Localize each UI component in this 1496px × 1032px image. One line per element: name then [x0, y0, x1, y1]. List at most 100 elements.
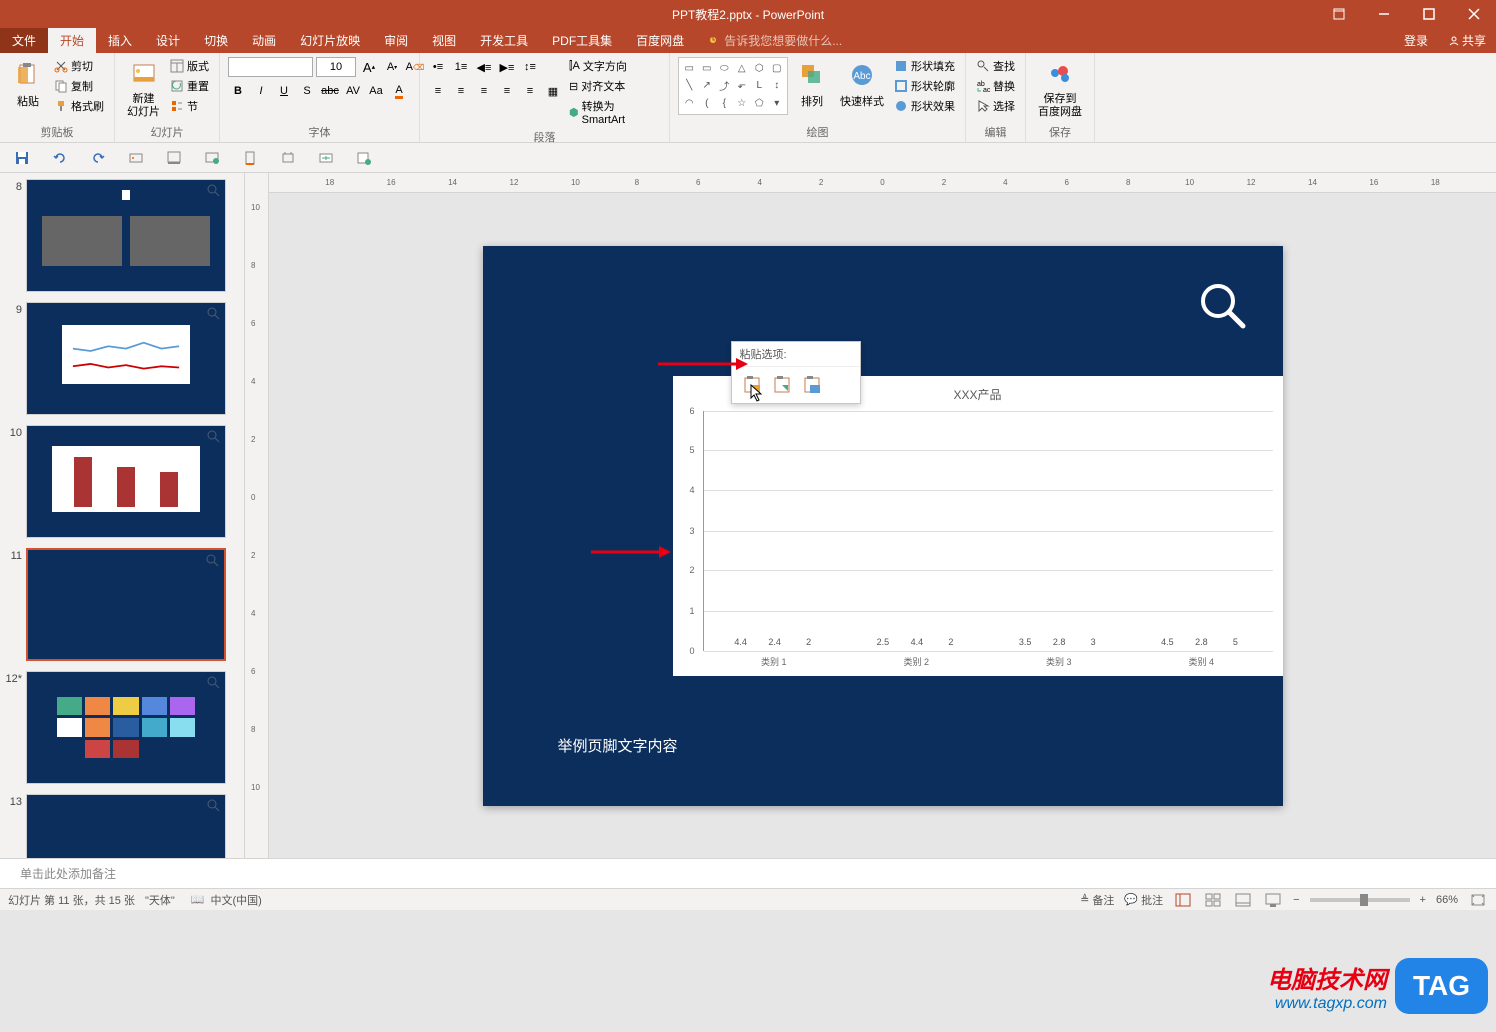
normal-view-icon[interactable]: [1173, 891, 1193, 909]
shape-fill-button[interactable]: 形状填充: [892, 57, 957, 75]
distribute-icon[interactable]: ≡: [520, 81, 540, 101]
fit-window-icon[interactable]: [1468, 891, 1488, 909]
decrease-indent-icon[interactable]: ◀≡: [474, 57, 494, 77]
maximize-button[interactable]: [1406, 0, 1451, 28]
menu-insert[interactable]: 插入: [96, 28, 144, 53]
close-button[interactable]: [1451, 0, 1496, 28]
align-right-icon[interactable]: ≡: [474, 81, 494, 101]
justify-icon[interactable]: ≡: [497, 81, 517, 101]
tell-me-text: 告诉我您想要做什么...: [724, 32, 842, 49]
qat-icon-3[interactable]: [202, 148, 222, 168]
shape-outline-button[interactable]: 形状轮廓: [892, 77, 957, 95]
new-slide-button[interactable]: 新建 幻灯片: [123, 57, 164, 121]
save-icon[interactable]: [12, 148, 32, 168]
numbering-icon[interactable]: 1≡: [451, 57, 471, 77]
menu-share[interactable]: 共享: [1438, 28, 1496, 53]
slide-thumb-8[interactable]: [26, 179, 226, 292]
chart-object[interactable]: XXX产品 01234564.42.422.54.423.52.834.52.8…: [673, 376, 1283, 676]
text-direction-button[interactable]: ⫿A文字方向: [567, 57, 661, 75]
change-case-icon[interactable]: Aa: [366, 81, 386, 101]
slide-thumb-10[interactable]: [26, 425, 226, 538]
slide-thumb-9[interactable]: [26, 302, 226, 415]
layout-button[interactable]: 版式: [168, 57, 211, 75]
increase-font-icon[interactable]: A▴: [359, 57, 379, 77]
minimize-button[interactable]: [1361, 0, 1406, 28]
slide-thumb-13[interactable]: [26, 794, 226, 858]
menu-baidu[interactable]: 百度网盘: [624, 28, 696, 53]
qat-icon-1[interactable]: [126, 148, 146, 168]
slide-thumb-12[interactable]: [26, 671, 226, 784]
reading-view-icon[interactable]: [1233, 891, 1253, 909]
slideshow-view-icon[interactable]: [1263, 891, 1283, 909]
bullets-icon[interactable]: •≡: [428, 57, 448, 77]
qat-icon-2[interactable]: [164, 148, 184, 168]
strikethrough-icon[interactable]: abc: [320, 81, 340, 101]
align-center-icon[interactable]: ≡: [451, 81, 471, 101]
quick-styles-button[interactable]: Abc 快速样式: [836, 57, 888, 111]
char-spacing-icon[interactable]: AV: [343, 81, 363, 101]
arrange-button[interactable]: 排列: [792, 57, 832, 111]
qat-icon-7[interactable]: [354, 148, 374, 168]
shape-effects-button[interactable]: 形状效果: [892, 97, 957, 115]
zoom-out-icon[interactable]: −: [1293, 894, 1299, 906]
decrease-font-icon[interactable]: A▾: [382, 57, 402, 77]
font-name-select[interactable]: [228, 57, 313, 77]
watermark-tag: TAG: [1395, 958, 1488, 1014]
cut-button[interactable]: 剪切: [52, 57, 106, 75]
menu-home[interactable]: 开始: [48, 28, 96, 53]
paste-option-keep-format[interactable]: [770, 373, 794, 397]
copy-button[interactable]: 复制: [52, 77, 106, 95]
zoom-percent[interactable]: 66%: [1436, 894, 1458, 906]
slide-thumb-11[interactable]: [26, 548, 226, 661]
align-left-icon[interactable]: ≡: [428, 81, 448, 101]
line-spacing-icon[interactable]: ↕≡: [520, 57, 540, 77]
menu-view[interactable]: 视图: [420, 28, 468, 53]
menu-login[interactable]: 登录: [1394, 28, 1438, 53]
columns-icon[interactable]: ▦: [543, 81, 563, 101]
menu-file[interactable]: 文件: [0, 28, 48, 53]
qat-icon-5[interactable]: [278, 148, 298, 168]
menu-review[interactable]: 审阅: [372, 28, 420, 53]
smartart-button[interactable]: ⬢转换为 SmartArt: [567, 97, 661, 127]
section-button[interactable]: 节: [168, 97, 211, 115]
ribbon-group-font: A▴ A▾ A⌫ B I U S abc AV Aa A 字体: [220, 53, 420, 142]
ribbon-display-options[interactable]: [1316, 0, 1361, 28]
tell-me-search[interactable]: 告诉我您想要做什么...: [696, 28, 854, 53]
shadow-icon[interactable]: S: [297, 81, 317, 101]
font-color-icon[interactable]: A: [389, 81, 409, 101]
notes-pane[interactable]: 单击此处添加备注: [0, 858, 1496, 888]
status-notes-button[interactable]: ≜ 备注: [1080, 892, 1114, 908]
font-size-select[interactable]: [316, 57, 356, 77]
zoom-slider[interactable]: [1310, 898, 1410, 902]
reset-button[interactable]: 重置: [168, 77, 211, 95]
replace-button[interactable]: abac替换: [974, 77, 1017, 95]
slide-canvas-area[interactable]: 粘贴选项: XXX产品 01234564.42.: [269, 193, 1496, 858]
menu-animations[interactable]: 动画: [240, 28, 288, 53]
menu-pdf[interactable]: PDF工具集: [540, 28, 624, 53]
paste-option-picture[interactable]: [800, 373, 824, 397]
menu-transitions[interactable]: 切换: [192, 28, 240, 53]
increase-indent-icon[interactable]: ▶≡: [497, 57, 517, 77]
menu-developer[interactable]: 开发工具: [468, 28, 540, 53]
current-slide[interactable]: 粘贴选项: XXX产品 01234564.42.: [483, 246, 1283, 806]
shapes-gallery[interactable]: ▭▭⬭△⬡▢ ╲↗⤴⬐L↕ ◠({☆⬠▾: [678, 57, 788, 115]
status-comments-button[interactable]: 💬 批注: [1124, 892, 1163, 908]
italic-icon[interactable]: I: [251, 81, 271, 101]
align-text-button[interactable]: ⊟对齐文本: [567, 77, 661, 95]
undo-icon[interactable]: [50, 148, 70, 168]
qat-icon-6[interactable]: [316, 148, 336, 168]
select-button[interactable]: 选择: [974, 97, 1017, 115]
sorter-view-icon[interactable]: [1203, 891, 1223, 909]
find-button[interactable]: 查找: [974, 57, 1017, 75]
zoom-in-icon[interactable]: +: [1420, 894, 1426, 906]
redo-icon[interactable]: [88, 148, 108, 168]
save-baidu-button[interactable]: 保存到 百度网盘: [1034, 57, 1086, 121]
slide-thumbnail-panel[interactable]: 89101112*13: [0, 173, 245, 858]
menu-design[interactable]: 设计: [144, 28, 192, 53]
format-painter-button[interactable]: 格式刷: [52, 97, 106, 115]
paste-button[interactable]: 粘贴: [8, 57, 48, 111]
qat-icon-4[interactable]: [240, 148, 260, 168]
underline-icon[interactable]: U: [274, 81, 294, 101]
bold-icon[interactable]: B: [228, 81, 248, 101]
menu-slideshow[interactable]: 幻灯片放映: [288, 28, 372, 53]
